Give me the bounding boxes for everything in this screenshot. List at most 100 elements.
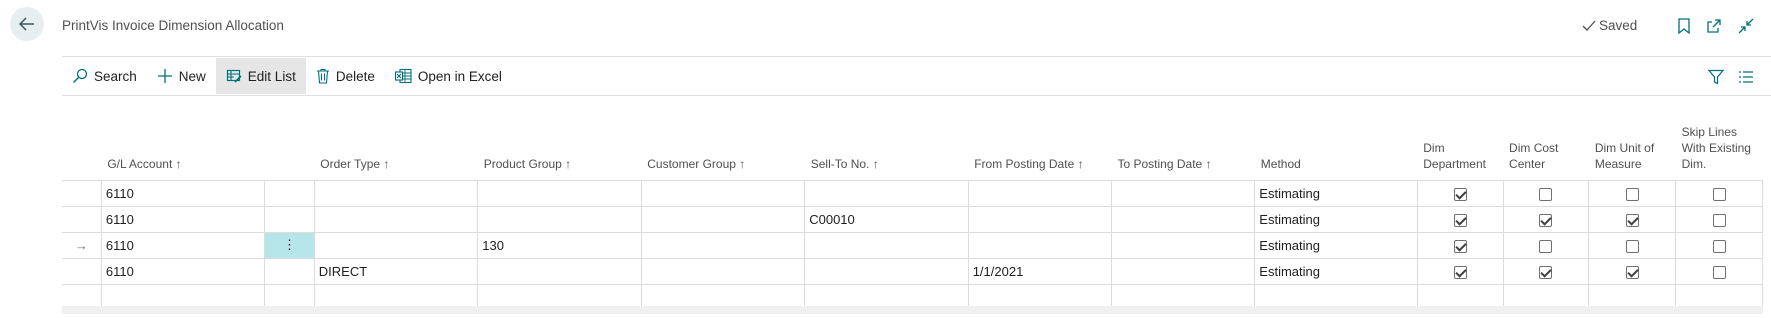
cell-skip-lines[interactable] <box>1675 257 1763 285</box>
dim-department-checkbox[interactable] <box>1453 265 1467 279</box>
dim-cost-center-checkbox[interactable] <box>1539 187 1553 201</box>
cell-dim-department[interactable] <box>1416 205 1504 233</box>
open-new-window-button[interactable] <box>1705 17 1723 35</box>
column-header-dim-department[interactable]: Dim Department <box>1417 96 1503 180</box>
cell-sell-to-no[interactable]: C00010 <box>804 205 969 233</box>
open-in-excel-button[interactable]: Open in Excel <box>385 58 512 94</box>
cell-to-posting-date[interactable] <box>1110 231 1256 259</box>
column-header-customer-group[interactable]: Customer Group ↑ <box>641 96 804 180</box>
cell-order-type[interactable] <box>313 179 479 207</box>
cell-from-posting-date[interactable]: 1/1/2021 <box>967 257 1113 285</box>
cell-to-posting-date[interactable] <box>1110 179 1256 207</box>
cell-product-group[interactable]: 130 <box>477 231 642 259</box>
column-header-order-type[interactable]: Order Type ↑ <box>314 96 477 180</box>
column-header-label: Dim Department <box>1423 140 1486 171</box>
cell-dim-unit-of-measure[interactable] <box>1588 179 1677 207</box>
column-header-product-group[interactable]: Product Group ↑ <box>478 96 641 180</box>
cell-sell-to-no[interactable] <box>804 179 969 207</box>
cell-dim-cost-center[interactable] <box>1502 257 1590 285</box>
dim-cost-center-checkbox[interactable] <box>1539 213 1553 227</box>
cell-product-group[interactable] <box>477 179 642 207</box>
saved-status: Saved <box>1582 18 1637 33</box>
cell-from-posting-date[interactable] <box>967 231 1113 259</box>
row-menu-cell[interactable] <box>264 257 315 285</box>
cell-dim-department[interactable] <box>1416 257 1504 285</box>
cell-customer-group[interactable] <box>640 231 806 259</box>
cell-skip-lines[interactable] <box>1675 179 1763 207</box>
dim-department-checkbox[interactable] <box>1453 213 1467 227</box>
cell-from-posting-date[interactable] <box>967 179 1113 207</box>
cell-dim-cost-center[interactable] <box>1502 179 1590 207</box>
cell-dim-department[interactable] <box>1416 231 1504 259</box>
cell-order-type[interactable] <box>313 205 479 233</box>
cell-to-posting-date[interactable] <box>1110 205 1256 233</box>
collapse-button[interactable] <box>1737 17 1755 35</box>
cell-order-type[interactable] <box>313 231 479 259</box>
cell-dim-unit-of-measure[interactable] <box>1588 231 1677 259</box>
cell-customer-group[interactable] <box>640 179 806 207</box>
column-header-to-posting-date[interactable]: To Posting Date ↑ <box>1112 96 1255 180</box>
cell-gl-account[interactable]: 6110 <box>100 179 266 207</box>
bookmark-button[interactable] <box>1675 17 1693 35</box>
cell-product-group[interactable] <box>477 257 642 285</box>
skip-lines-checkbox[interactable] <box>1712 213 1726 227</box>
cell-customer-group[interactable] <box>640 257 806 285</box>
cell-customer-group[interactable] <box>640 205 806 233</box>
column-header-gl-account[interactable]: G/L Account ↑ <box>101 96 264 180</box>
table-row[interactable]: 6110 C00010 Estimating <box>62 205 1763 233</box>
column-header-dim-unit-of-measure[interactable]: Dim Unit of Measure <box>1589 96 1676 180</box>
skip-lines-checkbox[interactable] <box>1712 265 1726 279</box>
back-button[interactable] <box>10 7 44 41</box>
row-menu-cell[interactable] <box>264 179 315 207</box>
new-button[interactable]: New <box>147 58 216 94</box>
cell-dim-unit-of-measure[interactable] <box>1588 257 1677 285</box>
delete-button[interactable]: Delete <box>306 58 385 94</box>
column-header-label: To Posting Date ↑ <box>1117 156 1212 171</box>
cell-gl-account[interactable]: 6110 <box>100 205 266 233</box>
dim-unit-of-measure-checkbox[interactable] <box>1625 239 1639 253</box>
cell-order-type[interactable]: DIRECT <box>313 257 479 285</box>
cell-dim-cost-center[interactable] <box>1502 205 1590 233</box>
column-header-sell-to-no[interactable]: Sell-To No. ↑ <box>805 96 968 180</box>
column-header-dim-cost-center[interactable]: Dim Cost Center <box>1503 96 1589 180</box>
cell-method[interactable]: Estimating <box>1254 257 1418 285</box>
edit-list-button[interactable]: Edit List <box>215 58 306 94</box>
column-header-skip-lines[interactable]: Skip Lines With Existing Dim. <box>1676 96 1763 180</box>
cell-sell-to-no[interactable] <box>804 257 969 285</box>
cell-gl-account[interactable]: 6110 <box>100 257 266 285</box>
row-menu-cell[interactable]: ⋮ <box>264 231 315 259</box>
table-row[interactable]: 6110 DIRECT 1/1/2021 Estimating <box>62 257 1763 285</box>
dim-unit-of-measure-checkbox[interactable] <box>1625 187 1639 201</box>
cell-skip-lines[interactable] <box>1675 231 1763 259</box>
search-button[interactable]: Search <box>62 58 147 94</box>
column-header-from-posting-date[interactable]: From Posting Date ↑ <box>968 96 1111 180</box>
cell-product-group[interactable] <box>477 205 642 233</box>
skip-lines-checkbox[interactable] <box>1712 239 1726 253</box>
list-view-button[interactable] <box>1737 68 1755 86</box>
cell-dim-cost-center[interactable] <box>1502 231 1590 259</box>
table-row[interactable]: → 6110 ⋮ 130 Estimating <box>62 231 1763 259</box>
row-menu-cell[interactable] <box>264 205 315 233</box>
table-row[interactable]: 6110 Estimating <box>62 179 1763 207</box>
cell-sell-to-no[interactable] <box>804 231 969 259</box>
skip-lines-checkbox[interactable] <box>1712 187 1726 201</box>
dim-cost-center-checkbox[interactable] <box>1539 265 1553 279</box>
cell-method[interactable]: Estimating <box>1254 231 1418 259</box>
cell-skip-lines[interactable] <box>1675 205 1763 233</box>
cell-dim-department[interactable] <box>1416 179 1504 207</box>
cell-to-posting-date[interactable] <box>1110 257 1256 285</box>
filter-button[interactable] <box>1707 68 1725 86</box>
row-menu-icon[interactable]: ⋮ <box>283 237 296 252</box>
dim-unit-of-measure-checkbox[interactable] <box>1625 213 1639 227</box>
column-header-method[interactable]: Method <box>1255 96 1417 180</box>
dim-cost-center-checkbox[interactable] <box>1539 239 1553 253</box>
cell-gl-account[interactable]: 6110 <box>100 231 266 259</box>
dim-department-checkbox[interactable] <box>1453 187 1467 201</box>
cell-method[interactable]: Estimating <box>1254 179 1418 207</box>
cell-method[interactable]: Estimating <box>1254 205 1418 233</box>
list-view-icon <box>1739 71 1753 83</box>
cell-dim-unit-of-measure[interactable] <box>1588 205 1677 233</box>
dim-unit-of-measure-checkbox[interactable] <box>1625 265 1639 279</box>
cell-from-posting-date[interactable] <box>967 205 1113 233</box>
dim-department-checkbox[interactable] <box>1453 239 1467 253</box>
